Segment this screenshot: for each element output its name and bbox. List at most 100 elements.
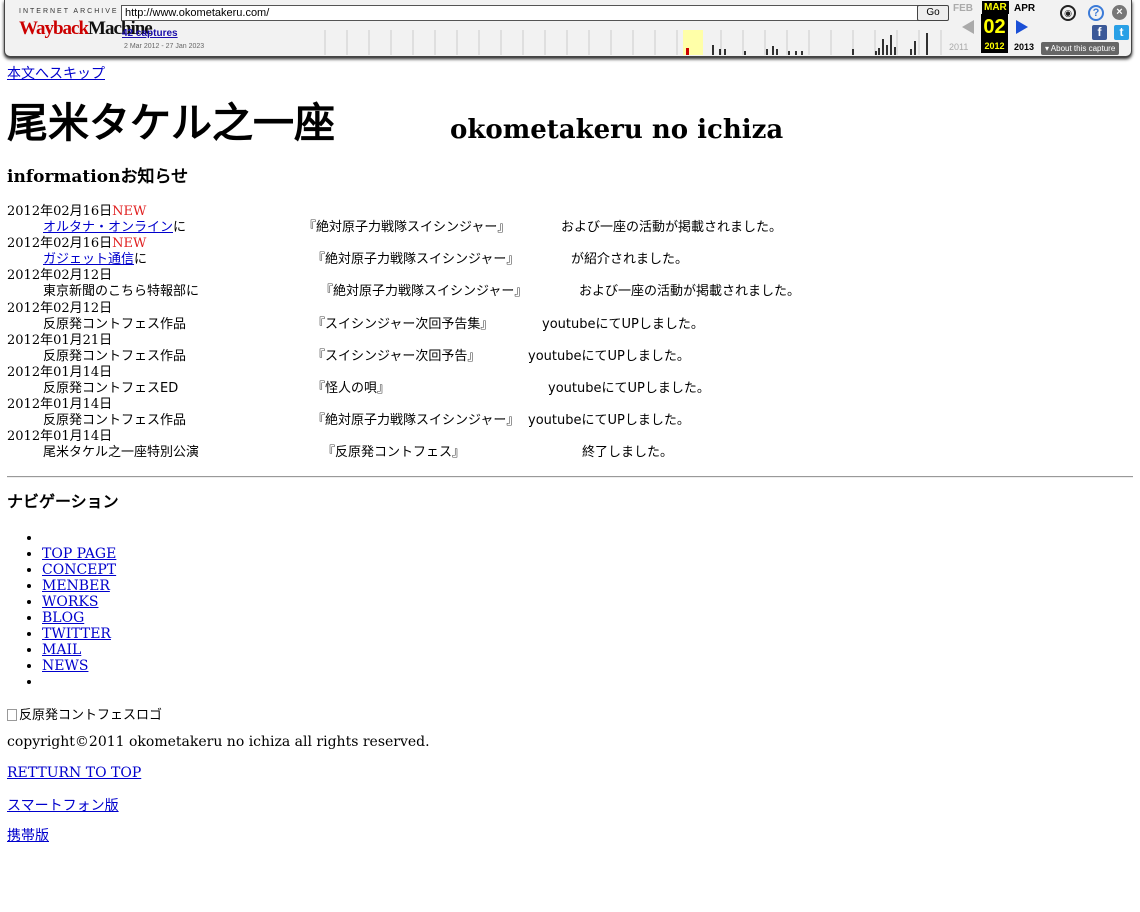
info-item: 反原発コントフェス作品 『スイシンジャー次回予告』 youtubeにてUPしました。 (7, 349, 1107, 365)
info-source: 反原発コントフェス作品 (43, 413, 186, 429)
nav-link-works[interactable]: WORKS (42, 594, 98, 610)
divider (7, 476, 1133, 478)
info-description: youtubeにてUPしました。 (548, 381, 710, 397)
info-date-text: 2012年02月12日 (7, 300, 113, 316)
info-source-link[interactable]: オルタナ・オンライン (43, 220, 173, 235)
go-button[interactable]: Go (917, 5, 949, 21)
current-capture-mark (686, 48, 689, 55)
info-source-text: 反原発コントフェス作品 (43, 348, 187, 364)
info-item: 反原発コントフェス作品 『スイシンジャー次回予告集』 youtubeにてUPしました… (7, 317, 1107, 333)
about-capture-label: About this capture (1050, 44, 1116, 53)
nav-link-menber[interactable]: MENBER (42, 578, 110, 594)
info-date-text: 2012年02月12日 (7, 268, 113, 284)
info-date: 2012年01月14日 (7, 365, 1107, 381)
nav-link-twitter[interactable]: TWITTER (42, 626, 111, 642)
info-work-title: 『絶対原子力戦隊スイシンジャー』 (312, 252, 520, 268)
about-capture-button[interactable]: ▾ About this capture (1041, 42, 1120, 55)
nav-list-item: WORKS (42, 594, 116, 610)
current-day: 02 (981, 14, 1008, 40)
info-date-text: 2012年01月14日 (7, 429, 113, 445)
info-date-text: 2012年02月16日 (7, 204, 113, 219)
information-heading: informationお知らせ (7, 167, 189, 187)
current-year: 2012 (981, 40, 1008, 53)
info-source: 反原発コントフェス作品 (43, 349, 186, 365)
info-work-title: 『スイシンジャー次回予告集』 (312, 316, 494, 332)
info-date: 2012年02月12日 (7, 268, 1107, 284)
prev-month[interactable]: FEB (953, 3, 973, 14)
info-source: ガジェット通信に (43, 252, 147, 268)
new-badge: NEW (112, 236, 147, 252)
info-item: 反原発コントフェスED 『怪人の唄』 youtubeにてUPしました。 (7, 381, 1107, 397)
info-source-text: に (173, 220, 187, 236)
nav-list-item: BLOG (42, 610, 116, 626)
info-date-text: 2012年01月21日 (7, 332, 113, 348)
capture-sparkline[interactable] (321, 30, 949, 55)
prev-year[interactable]: 2011 (949, 42, 968, 52)
info-work-title: 『怪人の唄』 (312, 381, 391, 397)
nav-link-concept[interactable]: CONCEPT (42, 562, 116, 578)
nav-list-item: TWITTER (42, 626, 116, 642)
return-to-top-link[interactable]: RETTURN TO TOP (7, 765, 141, 781)
info-date: 2012年01月14日 (7, 397, 1107, 413)
nav-list-item (42, 530, 116, 546)
info-work-title: 『絶対原子力戦隊スイシンジャー』 (303, 220, 511, 236)
info-source-link[interactable]: ガジェット通信 (43, 252, 134, 267)
twitter-icon[interactable]: t (1114, 25, 1129, 40)
info-description: youtubeにてUPしました。 (542, 316, 704, 332)
info-date: 2012年02月16日NEW (7, 204, 1107, 220)
info-source: オルタナ・オンラインに (43, 220, 186, 236)
nav-link-news[interactable]: NEWS (42, 658, 88, 674)
wayback-toolbar: INTERNET ARCHIVE WaybackMachine http://w… (4, 0, 1132, 57)
info-source-text: に (134, 252, 148, 268)
info-work-title: 『絶対原子力戦隊スイシンジャー』 (312, 413, 520, 429)
close-icon[interactable]: × (1112, 5, 1127, 20)
info-item: ガジェット通信に 『絶対原子力戦隊スイシンジャー』 が紹介されました。 (7, 252, 1107, 268)
info-source-text: 反原発コントフェス作品 (43, 316, 187, 332)
info-description: 終了しました。 (582, 445, 674, 461)
current-month: MAR (982, 1, 1009, 14)
next-month[interactable]: APR (1014, 3, 1035, 14)
new-badge: NEW (112, 204, 147, 219)
site-title-en: okometakeru no ichiza (450, 115, 784, 145)
smartphone-version-link[interactable]: スマートフォン版 (7, 795, 119, 815)
info-date: 2012年02月12日 (7, 301, 1107, 317)
info-work-title: 『反原発コントフェス』 (322, 445, 466, 461)
info-source-text: 東京新聞のこちら特報部に (43, 284, 200, 300)
nav-link-top-page[interactable]: TOP PAGE (42, 546, 116, 562)
nav-list-item: CONCEPT (42, 562, 116, 578)
skip-to-content-link[interactable]: 本文へスキップ (7, 63, 105, 83)
info-date: 2012年02月16日NEW (7, 236, 1107, 252)
info-work-title: 『絶対原子力戦隊スイシンジャー』 (320, 284, 528, 300)
prev-capture-arrow-icon[interactable] (962, 20, 974, 34)
info-work-title: 『スイシンジャー次回予告』 (312, 348, 481, 364)
nav-list-item: MENBER (42, 578, 116, 594)
next-capture-arrow-icon[interactable] (1016, 20, 1028, 34)
facebook-icon[interactable]: f (1092, 25, 1107, 40)
info-description: および一座の活動が掲載されました。 (561, 220, 783, 236)
nav-link-mail[interactable]: MAIL (42, 642, 81, 658)
next-year[interactable]: 2013 (1014, 42, 1034, 52)
navigation-heading: ナビゲーション (7, 492, 119, 511)
logo-alt-text: 反原発コントフェスロゴ (19, 708, 163, 723)
info-description: および一座の活動が掲載されました。 (579, 284, 801, 300)
help-icon[interactable]: ? (1088, 5, 1104, 21)
nav-link-blog[interactable]: BLOG (42, 610, 84, 626)
info-date-text: 2012年02月16日 (7, 236, 113, 252)
nav-list-item: MAIL (42, 642, 116, 658)
info-date: 2012年01月21日 (7, 333, 1107, 349)
mobile-version-link[interactable]: 携帯版 (7, 825, 49, 845)
info-description: が紹介されました。 (571, 252, 689, 268)
info-date-text: 2012年01月14日 (7, 364, 113, 380)
info-item: オルタナ・オンラインに 『絶対原子力戦隊スイシンジャー』 および一座の活動が掲載され… (7, 220, 1107, 236)
internet-archive-label: INTERNET ARCHIVE (19, 8, 119, 15)
user-icon[interactable]: ◉ (1060, 5, 1076, 21)
info-item: 東京新聞のこちら特報部に 『絶対原子力戦隊スイシンジャー』 および一座の活動が掲載さ… (7, 284, 1107, 300)
site-title-jp: 尾米タケル之一座 (7, 99, 335, 147)
navigation-list: TOP PAGECONCEPTMENBERWORKSBLOGTWITTERMAI… (7, 530, 116, 690)
info-source: 反原発コントフェスED (43, 381, 178, 397)
info-item: 尾米タケル之一座特別公演 『反原発コントフェス』 終了しました。 (7, 445, 1107, 461)
wayback-url-input[interactable]: http://www.okometakeru.com/ (121, 5, 919, 21)
info-source-text: 反原発コントフェスED (43, 381, 179, 397)
info-date-text: 2012年01月14日 (7, 397, 113, 413)
captures-link[interactable]: 42 captures (122, 28, 178, 39)
